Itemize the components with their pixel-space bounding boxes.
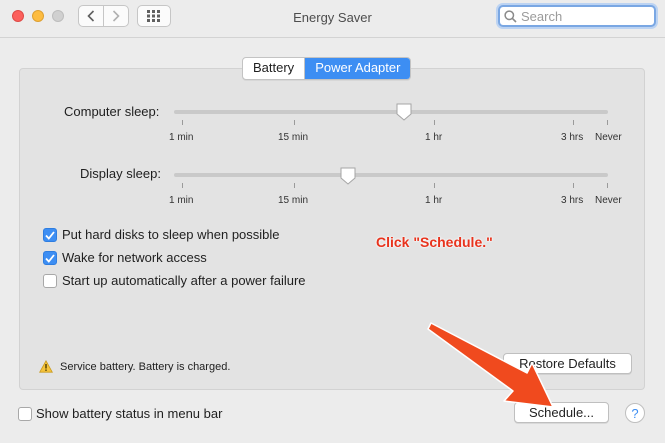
help-button[interactable]: ? — [625, 403, 645, 423]
display-sleep-slider-thumb[interactable] — [340, 167, 356, 185]
annotation-arrow-icon — [427, 322, 554, 408]
computer-sleep-tick-mark — [573, 120, 574, 125]
computer-sleep-label: Computer sleep: — [64, 104, 160, 119]
display-sleep-tick-mark — [294, 183, 295, 188]
search-field[interactable]: Search — [498, 5, 656, 27]
display-sleep-tick-1hr: 1 hr — [425, 195, 443, 206]
computer-sleep-slider[interactable] — [174, 110, 608, 114]
menu-bar-battery-label[interactable]: Show battery status in menu bar — [36, 406, 222, 421]
search-icon — [504, 9, 517, 23]
hard-disk-sleep-checkbox[interactable] — [43, 228, 57, 242]
display-sleep-slider[interactable] — [174, 173, 608, 177]
wake-network-label[interactable]: Wake for network access — [62, 250, 207, 265]
computer-sleep-tick-1hr: 1 hr — [425, 132, 443, 143]
search-placeholder: Search — [521, 8, 563, 24]
display-sleep-tick-15min: 15 min — [278, 195, 309, 206]
wake-network-checkbox[interactable] — [43, 251, 57, 265]
battery-status-text: Service battery. Battery is charged. — [60, 361, 231, 373]
display-sleep-tick-never: Never — [595, 195, 622, 206]
computer-sleep-slider-thumb[interactable] — [396, 103, 412, 121]
display-sleep-tick-mark — [434, 183, 435, 188]
display-sleep-tick-mark — [182, 183, 183, 188]
computer-sleep-tick-mark — [182, 120, 183, 125]
computer-sleep-tick-mark — [434, 120, 435, 125]
display-sleep-tick-mark — [607, 183, 608, 188]
annotation-callout: Click "Schedule." — [376, 234, 493, 250]
auto-startup-label[interactable]: Start up automatically after a power fai… — [62, 273, 306, 288]
menu-bar-battery-checkbox[interactable] — [18, 407, 32, 421]
tab-control: Battery Power Adapter — [242, 57, 412, 80]
computer-sleep-tick-mark — [607, 120, 608, 125]
warning-icon — [39, 359, 53, 376]
display-sleep-label: Display sleep: — [80, 166, 161, 181]
tab-power-adapter[interactable]: Power Adapter — [305, 58, 411, 79]
computer-sleep-tick-15min: 15 min — [278, 132, 309, 143]
hard-disk-sleep-label[interactable]: Put hard disks to sleep when possible — [62, 227, 280, 242]
checkmark-icon — [45, 230, 55, 240]
auto-startup-checkbox[interactable] — [43, 274, 57, 288]
tab-battery[interactable]: Battery — [243, 58, 306, 79]
display-sleep-tick-mark — [573, 183, 574, 188]
checkmark-icon — [45, 253, 55, 263]
display-sleep-tick-3hrs: 3 hrs — [561, 195, 584, 206]
computer-sleep-tick-never: Never — [595, 132, 622, 143]
computer-sleep-tick-3hrs: 3 hrs — [561, 132, 584, 143]
display-sleep-tick-1min: 1 min — [169, 195, 194, 206]
computer-sleep-tick-1min: 1 min — [169, 132, 194, 143]
computer-sleep-tick-mark — [294, 120, 295, 125]
